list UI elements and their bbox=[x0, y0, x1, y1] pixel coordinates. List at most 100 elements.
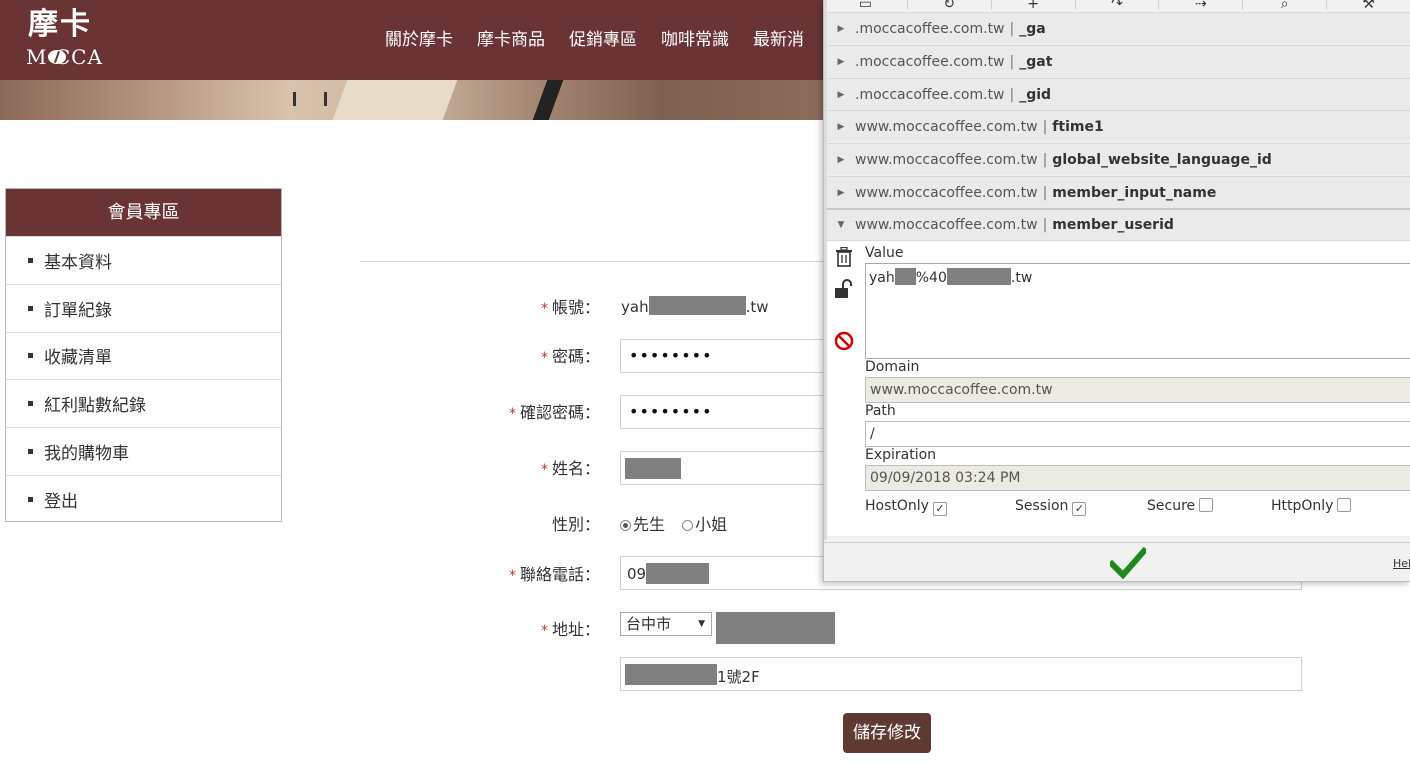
name-input[interactable] bbox=[620, 451, 830, 485]
toolbar-reset[interactable]: ↻ bbox=[908, 0, 992, 12]
value-label: Value bbox=[865, 245, 904, 261]
expanded-arrow-icon: ▼ bbox=[837, 220, 845, 230]
cookie-row-gat[interactable]: ▶ .moccacoffee.com.tw | _gat bbox=[827, 45, 1410, 77]
address-input[interactable]: 1號2F bbox=[620, 657, 1302, 691]
toolbar-add[interactable]: + bbox=[992, 0, 1076, 12]
toolbar-export[interactable]: ⇢ bbox=[1159, 0, 1244, 12]
redacted-block bbox=[646, 563, 709, 584]
redacted-block bbox=[625, 458, 681, 479]
phone-label: * 聯絡電話： bbox=[508, 565, 600, 584]
bullet-icon bbox=[28, 496, 33, 502]
search-icon: ⌕ bbox=[1280, 0, 1289, 12]
plus-icon: + bbox=[1027, 0, 1040, 12]
unlock-icon[interactable] bbox=[833, 279, 855, 301]
sidebar-item-label: 我的購物車 bbox=[44, 444, 129, 465]
confirm-password-input[interactable]: •••••••• bbox=[620, 395, 830, 429]
sidebar-item-label: 紅利點數紀錄 bbox=[44, 396, 146, 417]
nav-item-news[interactable]: 最新消 bbox=[753, 28, 804, 52]
site-logo[interactable]: 摩卡 M CCA bbox=[26, 8, 126, 72]
session-checkbox[interactable]: ✓ bbox=[1072, 502, 1087, 516]
save-button[interactable]: 儲存修改 bbox=[843, 713, 931, 753]
sidebar-title: 會員專區 bbox=[6, 189, 281, 236]
sidebar-item-cart[interactable]: 我的購物車 bbox=[6, 427, 281, 475]
sidebar-item-label: 訂單紀錄 bbox=[44, 300, 112, 321]
refresh-icon: ↻ bbox=[943, 0, 956, 12]
block-icon[interactable] bbox=[833, 331, 855, 353]
banner-image bbox=[0, 80, 830, 120]
sidebar-item-logout[interactable]: 登出 bbox=[6, 474, 281, 523]
nav-item-coffee-knowledge[interactable]: 咖啡常識 bbox=[661, 28, 729, 52]
help-link[interactable]: Hel bbox=[1393, 557, 1410, 570]
sidebar-item-label: 基本資料 bbox=[44, 252, 112, 273]
cookie-row-language-id[interactable]: ▶ www.moccacoffee.com.tw | global_website_l… bbox=[827, 143, 1410, 175]
radio-selected-icon bbox=[620, 520, 631, 531]
panel-toolbar: ▭ ↻ + ↷ ⇢ ⌕ ⚒ bbox=[824, 0, 1410, 12]
bullet-icon bbox=[28, 305, 33, 311]
trash-icon[interactable] bbox=[833, 246, 855, 269]
gender-male-radio[interactable]: 先生 bbox=[620, 515, 665, 534]
secure-checkbox[interactable] bbox=[1199, 498, 1214, 512]
cookie-detail: Value yah %40 .tw Domain www.moccacoffee.c… bbox=[827, 240, 1410, 536]
cookie-row-ga[interactable]: ▶ .moccacoffee.com.tw | _ga bbox=[827, 12, 1410, 44]
sidebar-item-favorites[interactable]: 收藏清單 bbox=[6, 331, 281, 380]
session-flag: Session ✓ bbox=[1015, 498, 1087, 516]
cookie-row-gid[interactable]: ▶ .moccacoffee.com.tw | _gid bbox=[827, 78, 1410, 110]
bullet-icon bbox=[28, 257, 33, 263]
member-sidebar: 會員專區 基本資料 訂單紀錄 收藏清單 紅利點數紀錄 我的購物車 登出 bbox=[5, 188, 282, 522]
cookie-row-member-input-name[interactable]: ▶ www.moccacoffee.com.tw | member_input_nam… bbox=[827, 176, 1410, 208]
sidebar-item-bonus-points[interactable]: 紅利點數紀錄 bbox=[6, 379, 281, 427]
hostonly-flag: HostOnly ✓ bbox=[865, 498, 947, 516]
bullet-icon bbox=[28, 401, 33, 407]
banner-notebook bbox=[332, 80, 458, 120]
redacted-block bbox=[946, 268, 1011, 285]
toolbar-import[interactable]: ↷ bbox=[1076, 0, 1160, 12]
httponly-checkbox[interactable] bbox=[1337, 498, 1352, 512]
confirm-password-label: * 確認密碼： bbox=[508, 403, 600, 422]
sidebar-item-label: 登出 bbox=[44, 491, 78, 512]
cookie-row-member-userid[interactable]: ▼ www.moccacoffee.com.tw | member_userid bbox=[827, 208, 1410, 240]
radio-empty-icon bbox=[682, 520, 694, 531]
collapsed-arrow-icon: ▶ bbox=[837, 23, 845, 34]
nav-item-promotions[interactable]: 促銷專區 bbox=[569, 28, 637, 52]
sidebar-item-label: 收藏清單 bbox=[44, 348, 112, 369]
export-icon: ⇢ bbox=[1194, 0, 1207, 12]
sidebar-item-orders[interactable]: 訂單紀錄 bbox=[6, 283, 281, 332]
save-check-icon[interactable] bbox=[1107, 546, 1149, 580]
coffee-bean-icon bbox=[48, 50, 66, 64]
hostonly-checkbox[interactable]: ✓ bbox=[932, 502, 947, 516]
collapsed-arrow-icon: ▶ bbox=[837, 187, 845, 198]
import-icon: ↷ bbox=[1111, 0, 1123, 12]
cookie-row-ftime1[interactable]: ▶ www.moccacoffee.com.tw | ftime1 bbox=[827, 110, 1410, 142]
nav-item-products[interactable]: 摩卡商品 bbox=[477, 28, 545, 52]
page: 摩卡 M CCA 關於摩卡 摩卡商品 促銷專區 咖啡常識 最新消 會員專區 基本… bbox=[0, 0, 1410, 767]
account-label: * 帳號： bbox=[540, 298, 600, 317]
district-input-redacted[interactable] bbox=[716, 612, 835, 644]
gender-female-radio[interactable]: 小姐 bbox=[682, 515, 727, 534]
toolbar-options[interactable]: ⚒ bbox=[1327, 0, 1410, 12]
address-label: * 地址： bbox=[540, 620, 600, 639]
expiration-label: Expiration bbox=[865, 447, 937, 463]
expiration-field[interactable]: 09/09/2018 03:24 PM bbox=[865, 465, 1410, 491]
dropdown-arrow-icon: ▼ bbox=[698, 619, 705, 629]
redacted-block bbox=[894, 268, 916, 285]
cookie-editor-panel: ▭ ↻ + ↷ ⇢ ⌕ ⚒ ▶ .moccacoffee.com.tw | _ga ▶… bbox=[823, 0, 1410, 582]
domain-label: Domain bbox=[865, 359, 920, 375]
domain-field[interactable]: www.moccacoffee.com.tw bbox=[865, 377, 1410, 403]
toolbar-delete-all[interactable]: ▭ bbox=[824, 0, 908, 12]
bullet-icon bbox=[28, 353, 33, 359]
httponly-flag: HttpOnly bbox=[1271, 498, 1352, 514]
collapsed-arrow-icon: ▶ bbox=[837, 89, 845, 100]
section-divider bbox=[360, 261, 830, 262]
sidebar-item-profile[interactable]: 基本資料 bbox=[6, 236, 281, 284]
toolbar-search[interactable]: ⌕ bbox=[1243, 0, 1328, 12]
password-input[interactable]: •••••••• bbox=[620, 339, 830, 373]
city-select[interactable]: 台中市 ▼ bbox=[620, 612, 712, 636]
redacted-block bbox=[625, 664, 717, 685]
path-label: Path bbox=[865, 403, 896, 419]
path-field[interactable]: / bbox=[865, 421, 1410, 447]
value-textarea[interactable]: yah %40 .tw bbox=[865, 263, 1410, 359]
main-nav: 關於摩卡 摩卡商品 促銷專區 咖啡常識 最新消 bbox=[385, 28, 828, 52]
account-value: yah .tw bbox=[621, 296, 769, 316]
password-label: * 密碼： bbox=[540, 347, 600, 366]
nav-item-about[interactable]: 關於摩卡 bbox=[385, 28, 453, 52]
